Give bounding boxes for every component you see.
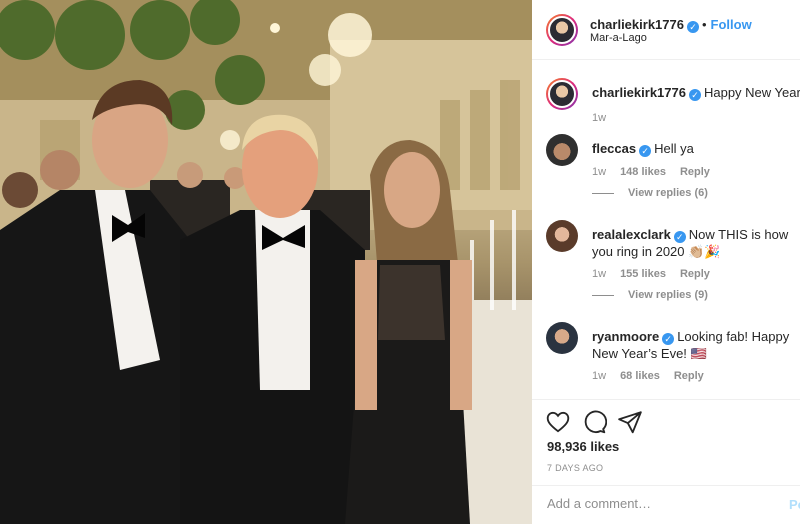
- post-location[interactable]: Mar-a-Lago: [590, 32, 647, 44]
- photo-scene: [0, 0, 532, 524]
- comment-text: ryanmoore ✓ Looking fab! Happy New Year’s …: [592, 328, 798, 362]
- post-photo[interactable]: [0, 0, 532, 524]
- author-avatar[interactable]: [546, 14, 578, 46]
- comment-composer: Post: [532, 485, 800, 524]
- comment-username[interactable]: fleccas: [592, 141, 636, 156]
- post-comment-button[interactable]: Post: [789, 497, 800, 512]
- caption-text: charliekirk1776 ✓ Happy New Year!: [592, 84, 800, 101]
- comment-meta: 1w 148 likes Reply: [592, 166, 724, 178]
- verified-icon: ✓: [673, 231, 686, 243]
- comment-text: fleccas ✓ Hell ya: [592, 140, 800, 157]
- comment-age[interactable]: 1w: [592, 166, 606, 178]
- comment-text: realalexclark ✓ Now THIS is how you ring i…: [592, 226, 798, 260]
- comment-age[interactable]: 1w: [592, 370, 606, 382]
- view-replies-button[interactable]: View replies (9): [592, 289, 708, 301]
- reply-button[interactable]: Reply: [674, 370, 704, 382]
- comments-list[interactable]: charliekirk1776 ✓ Happy New Year! 1w flecc…: [532, 61, 800, 399]
- caption-avatar[interactable]: [546, 78, 578, 110]
- comment-avatar[interactable]: [546, 220, 578, 252]
- separator-dot: •: [701, 17, 707, 32]
- like-count[interactable]: 98,936 likes: [547, 439, 619, 454]
- post-actions: 98,936 likes 7 DAYS AGO Post: [532, 399, 800, 524]
- verified-icon: ✓: [686, 21, 699, 33]
- comment-likes[interactable]: 155 likes: [620, 268, 666, 280]
- verified-icon: ✓: [688, 89, 701, 101]
- comment-meta: 1w 155 likes Reply: [592, 268, 724, 280]
- caption-username[interactable]: charliekirk1776: [592, 85, 686, 100]
- view-replies-button[interactable]: View replies (6): [592, 187, 708, 199]
- comment-input[interactable]: [547, 496, 777, 511]
- comment-body: Hell ya: [654, 141, 694, 156]
- caption-body: Happy New Year!: [703, 85, 800, 100]
- caption-meta: 1w: [592, 112, 620, 124]
- reply-button[interactable]: Reply: [680, 268, 710, 280]
- share-icon[interactable]: [617, 409, 643, 435]
- comment-icon[interactable]: [581, 409, 608, 435]
- comment-likes[interactable]: 148 likes: [620, 166, 666, 178]
- reply-button[interactable]: Reply: [680, 166, 710, 178]
- verified-icon: ✓: [639, 145, 652, 157]
- verified-icon: ✓: [662, 333, 675, 345]
- comment-username[interactable]: ryanmoore: [592, 329, 659, 344]
- post-header: charliekirk1776 ✓ • Follow Mar-a-Lago: [532, 0, 800, 60]
- author-username[interactable]: charliekirk1776: [590, 17, 684, 32]
- comment-avatar[interactable]: [546, 322, 578, 354]
- post-date: 7 DAYS AGO: [547, 463, 604, 473]
- follow-button[interactable]: Follow: [711, 17, 752, 32]
- comment-username[interactable]: realalexclark: [592, 227, 671, 242]
- comment-age[interactable]: 1w: [592, 268, 606, 280]
- comment-likes[interactable]: 68 likes: [620, 370, 660, 382]
- caption-age[interactable]: 1w: [592, 112, 606, 124]
- heart-icon[interactable]: [545, 409, 571, 435]
- comment-meta: 1w 68 likes Reply: [592, 370, 718, 382]
- comment-avatar[interactable]: [546, 134, 578, 166]
- post-sidebar: charliekirk1776 ✓ • Follow Mar-a-Lago charl…: [532, 0, 800, 524]
